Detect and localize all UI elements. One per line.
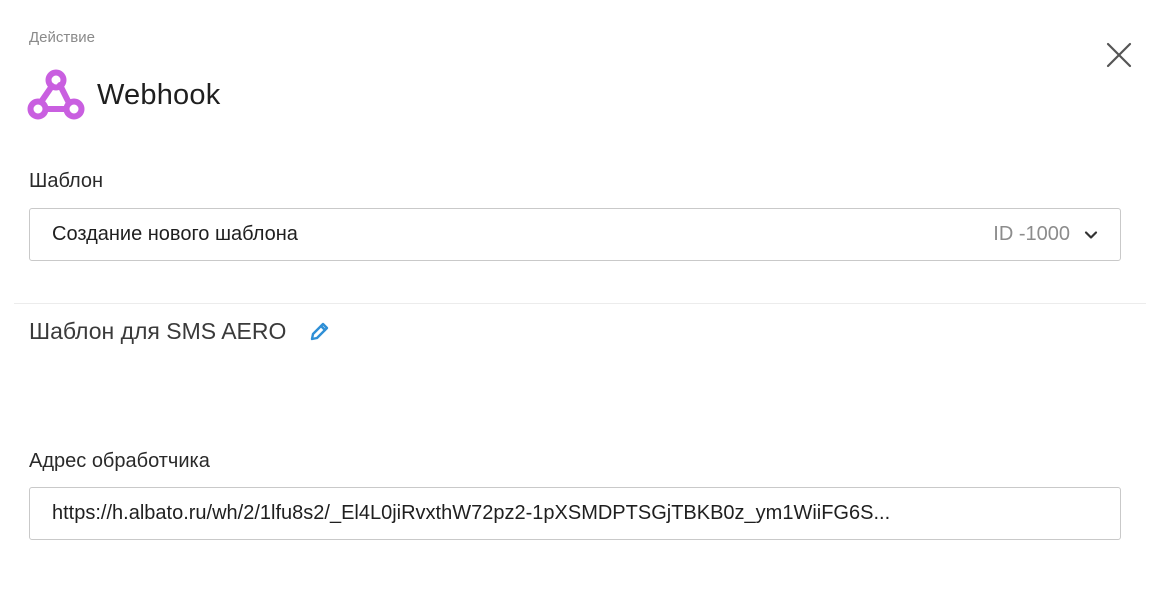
template-section-header: Шаблон для SMS AERO — [29, 318, 330, 345]
template-select-value: Создание нового шаблона — [52, 223, 298, 245]
pencil-icon[interactable] — [308, 321, 330, 343]
handler-address-label: Адрес обработчика — [29, 450, 210, 472]
action-title-row: Webhook — [27, 68, 220, 122]
handler-address-input[interactable] — [52, 502, 1098, 525]
action-overline: Действие — [29, 29, 95, 46]
close-icon — [1106, 42, 1132, 68]
action-title: Webhook — [97, 78, 221, 111]
template-id: ID -1000 — [993, 223, 1070, 245]
close-button[interactable] — [1104, 40, 1134, 70]
template-section-title: Шаблон для SMS AERO — [29, 318, 287, 344]
action-panel: Действие Webhook Шаблон Создание нового … — [0, 0, 1150, 589]
template-label: Шаблон — [29, 170, 104, 192]
webhook-icon — [27, 69, 85, 120]
section-divider — [14, 303, 1146, 304]
template-select[interactable]: Создание нового шаблона ID -1000 — [29, 208, 1121, 261]
chevron-down-icon — [1084, 230, 1098, 239]
handler-address-field[interactable] — [29, 487, 1121, 540]
